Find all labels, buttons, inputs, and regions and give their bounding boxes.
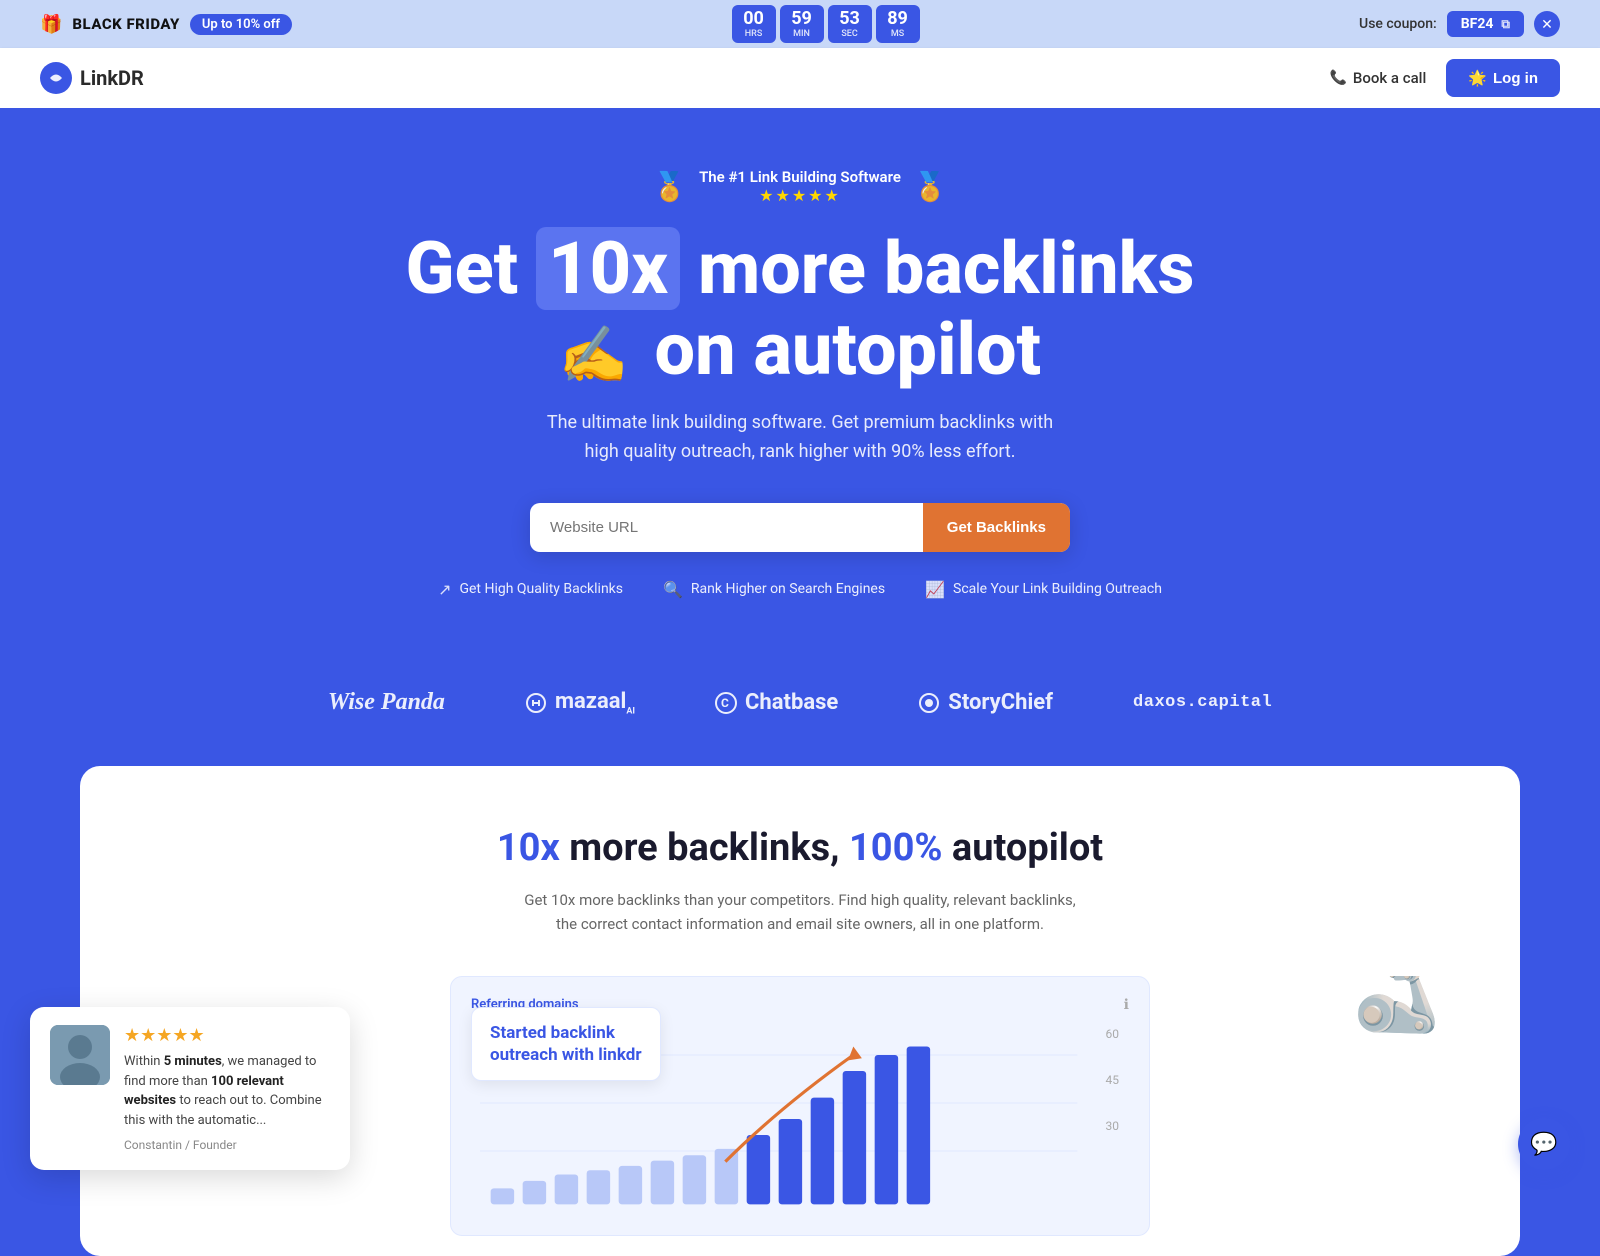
timer-seconds: 53 SEC xyxy=(828,5,872,43)
hero-subtitle: The ultimate link building software. Get… xyxy=(540,409,1060,467)
get-backlinks-button[interactable]: Get Backlinks xyxy=(923,503,1070,552)
card-title-mid: more backlinks, xyxy=(560,826,849,870)
login-emoji: 🌟 xyxy=(1468,69,1487,87)
chat-bubble-button[interactable]: 💬 xyxy=(1518,1118,1570,1170)
external-link-icon: ↗ xyxy=(438,580,451,599)
banner-close-button[interactable]: ✕ xyxy=(1534,11,1560,37)
search-icon: 🔍 xyxy=(663,580,683,599)
hero-stars: ★★★★★ xyxy=(699,186,901,205)
annotation-title: Started backlinkoutreach with linkdr xyxy=(490,1022,642,1066)
review-author: Constantin / Founder xyxy=(124,1138,330,1152)
timer-ms: 89 MS xyxy=(876,5,920,43)
feature-item-2: 🔍 Rank Higher on Search Engines xyxy=(663,580,885,599)
reviewer-avatar xyxy=(50,1025,110,1085)
card-title-blue2: 100% xyxy=(849,826,943,870)
brand-logo-mazaal: mazaalAI xyxy=(525,689,635,716)
banner-right: Use coupon: BF24 ⧉ ✕ xyxy=(1359,11,1560,37)
brand-logo-wisepanda: Wise Panda xyxy=(328,689,445,716)
hero-title-highlight: 10x xyxy=(536,227,680,310)
hero-emoji: ✍️ xyxy=(559,325,629,387)
chart-container: Referring domains ℹ 60 45 30 xyxy=(450,976,1150,1236)
card-title-blue1: 10x xyxy=(497,826,560,870)
coupon-label: Use coupon: xyxy=(1359,16,1437,32)
search-bar: Get Backlinks xyxy=(530,503,1070,552)
brand-logo-daxos: daxos.capital xyxy=(1133,693,1272,712)
copy-icon: ⧉ xyxy=(1501,17,1510,32)
hero-title-line2: on autopilot xyxy=(637,307,1042,392)
review-content: ★★★★★ Within 5 minutes, we managed to fi… xyxy=(124,1025,330,1152)
chart-icon: 📈 xyxy=(925,580,945,599)
chart-info-icon: ℹ xyxy=(1124,997,1129,1013)
chart-annotation-box: Started backlinkoutreach with linkdr xyxy=(471,1007,661,1081)
hero-section: 🏅 The #1 Link Building Software ★★★★★ 🏅 … xyxy=(0,108,1600,649)
laurel-right: 🏅 xyxy=(913,170,948,203)
coupon-code[interactable]: BF24 ⧉ xyxy=(1447,11,1524,37)
logo-text: LinkDR xyxy=(80,66,144,90)
review-card: ★★★★★ Within 5 minutes, we managed to fi… xyxy=(30,1007,350,1170)
timer-hours: 00 HRS xyxy=(732,5,776,43)
top-banner: 🎁 BLACK FRIDAY Up to 10% off 00 HRS 59 M… xyxy=(0,0,1600,48)
book-call-button[interactable]: 📞 Book a call xyxy=(1329,69,1426,87)
review-text: Within 5 minutes, we managed to find mor… xyxy=(124,1052,330,1130)
svg-text:C: C xyxy=(721,696,729,710)
card-title: 10x more backlinks, 100% autopilot xyxy=(140,826,1460,872)
feature-label-3: Scale Your Link Building Outreach xyxy=(953,581,1162,597)
countdown-timer: 00 HRS 59 MIN 53 SEC 89 MS xyxy=(732,5,920,43)
feature-label-1: Get High Quality Backlinks xyxy=(459,581,623,597)
card-title-end: autopilot xyxy=(942,826,1103,870)
book-call-label: Book a call xyxy=(1353,69,1426,87)
chat-icon: 💬 xyxy=(1530,1132,1557,1157)
login-label: Log in xyxy=(1493,70,1538,87)
y-label-60: 60 xyxy=(1106,1027,1120,1041)
navbar: LinkDR 📞 Book a call 🌟 Log in xyxy=(0,48,1600,108)
badge-text: The #1 Link Building Software xyxy=(699,168,901,186)
review-stars: ★★★★★ xyxy=(124,1025,330,1046)
laurel-left: 🏅 xyxy=(652,170,687,203)
feature-label-2: Rank Higher on Search Engines xyxy=(691,581,885,597)
phone-icon: 📞 xyxy=(1329,70,1346,86)
robot-arm-decoration: 🦾 xyxy=(1353,976,1440,1038)
y-label-45: 45 xyxy=(1106,1073,1120,1087)
login-button[interactable]: 🌟 Log in xyxy=(1446,59,1560,97)
brand-logo-storychief: StoryChief xyxy=(918,690,1053,715)
feature-item-1: ↗ Get High Quality Backlinks xyxy=(438,580,623,599)
brand-logo-chatbase: C Chatbase xyxy=(715,690,838,715)
review-top: ★★★★★ Within 5 minutes, we managed to fi… xyxy=(50,1025,330,1152)
feature-item-3: 📈 Scale Your Link Building Outreach xyxy=(925,580,1162,599)
logo-icon xyxy=(40,62,72,94)
logos-section: Wise Panda mazaalAI C Chatbase StoryChie… xyxy=(0,649,1600,766)
hero-badge: 🏅 The #1 Link Building Software ★★★★★ 🏅 xyxy=(40,168,1560,205)
timer-minutes: 59 MIN xyxy=(780,5,824,43)
website-url-input[interactable] xyxy=(530,503,923,552)
logo[interactable]: LinkDR xyxy=(40,62,144,94)
hero-title-part1: Get xyxy=(406,226,537,311)
hero-title: Get 10x more backlinks ✍️ on autopilot xyxy=(40,227,1560,389)
y-label-30: 30 xyxy=(1106,1119,1120,1133)
nav-right: 📞 Book a call 🌟 Log in xyxy=(1329,59,1560,97)
hero-features: ↗ Get High Quality Backlinks 🔍 Rank High… xyxy=(40,580,1560,599)
discount-badge: Up to 10% off xyxy=(190,14,292,35)
card-subtitle: Get 10x more backlinks than your competi… xyxy=(520,888,1080,936)
gift-icon: 🎁 xyxy=(40,14,62,35)
hero-title-part2: more backlinks xyxy=(680,226,1194,311)
coupon-text: BF24 xyxy=(1461,16,1494,32)
banner-left: 🎁 BLACK FRIDAY Up to 10% off xyxy=(40,14,292,35)
black-friday-label: BLACK FRIDAY xyxy=(72,15,179,33)
